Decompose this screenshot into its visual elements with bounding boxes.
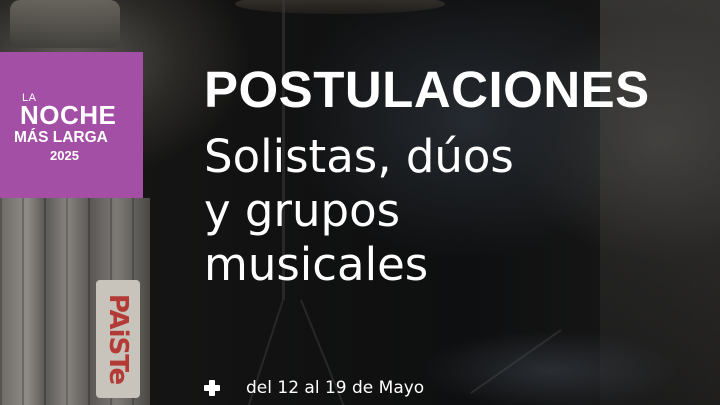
promo-banner: PAiSTe LA NOCHE MÁS LARGA 2025 POSTULACI… — [0, 0, 720, 405]
subtitle-line: y grupos — [204, 184, 401, 237]
plus-icon — [204, 380, 220, 396]
background-light — [420, 330, 680, 405]
event-logo: LA NOCHE MÁS LARGA 2025 — [0, 52, 143, 198]
page-subtitle: Solistas, dúos y grupos musicales — [204, 130, 684, 292]
brand-sticker: PAiSTe — [96, 280, 140, 398]
logo-mas-larga: MÁS LARGA — [14, 129, 108, 146]
date-range: del 12 al 19 de Mayo — [204, 375, 424, 401]
logo-noche: NOCHE — [20, 100, 117, 130]
subtitle-line: musicales — [204, 238, 429, 291]
drum-shell — [10, 0, 120, 48]
date-text: del 12 al 19 de Mayo — [246, 378, 425, 398]
page-title: POSTULACIONES — [204, 61, 650, 118]
logo-year: 2025 — [50, 148, 79, 163]
subtitle-line: Solistas, dúos — [204, 130, 514, 183]
sticker-text: PAiSTe — [103, 293, 133, 385]
